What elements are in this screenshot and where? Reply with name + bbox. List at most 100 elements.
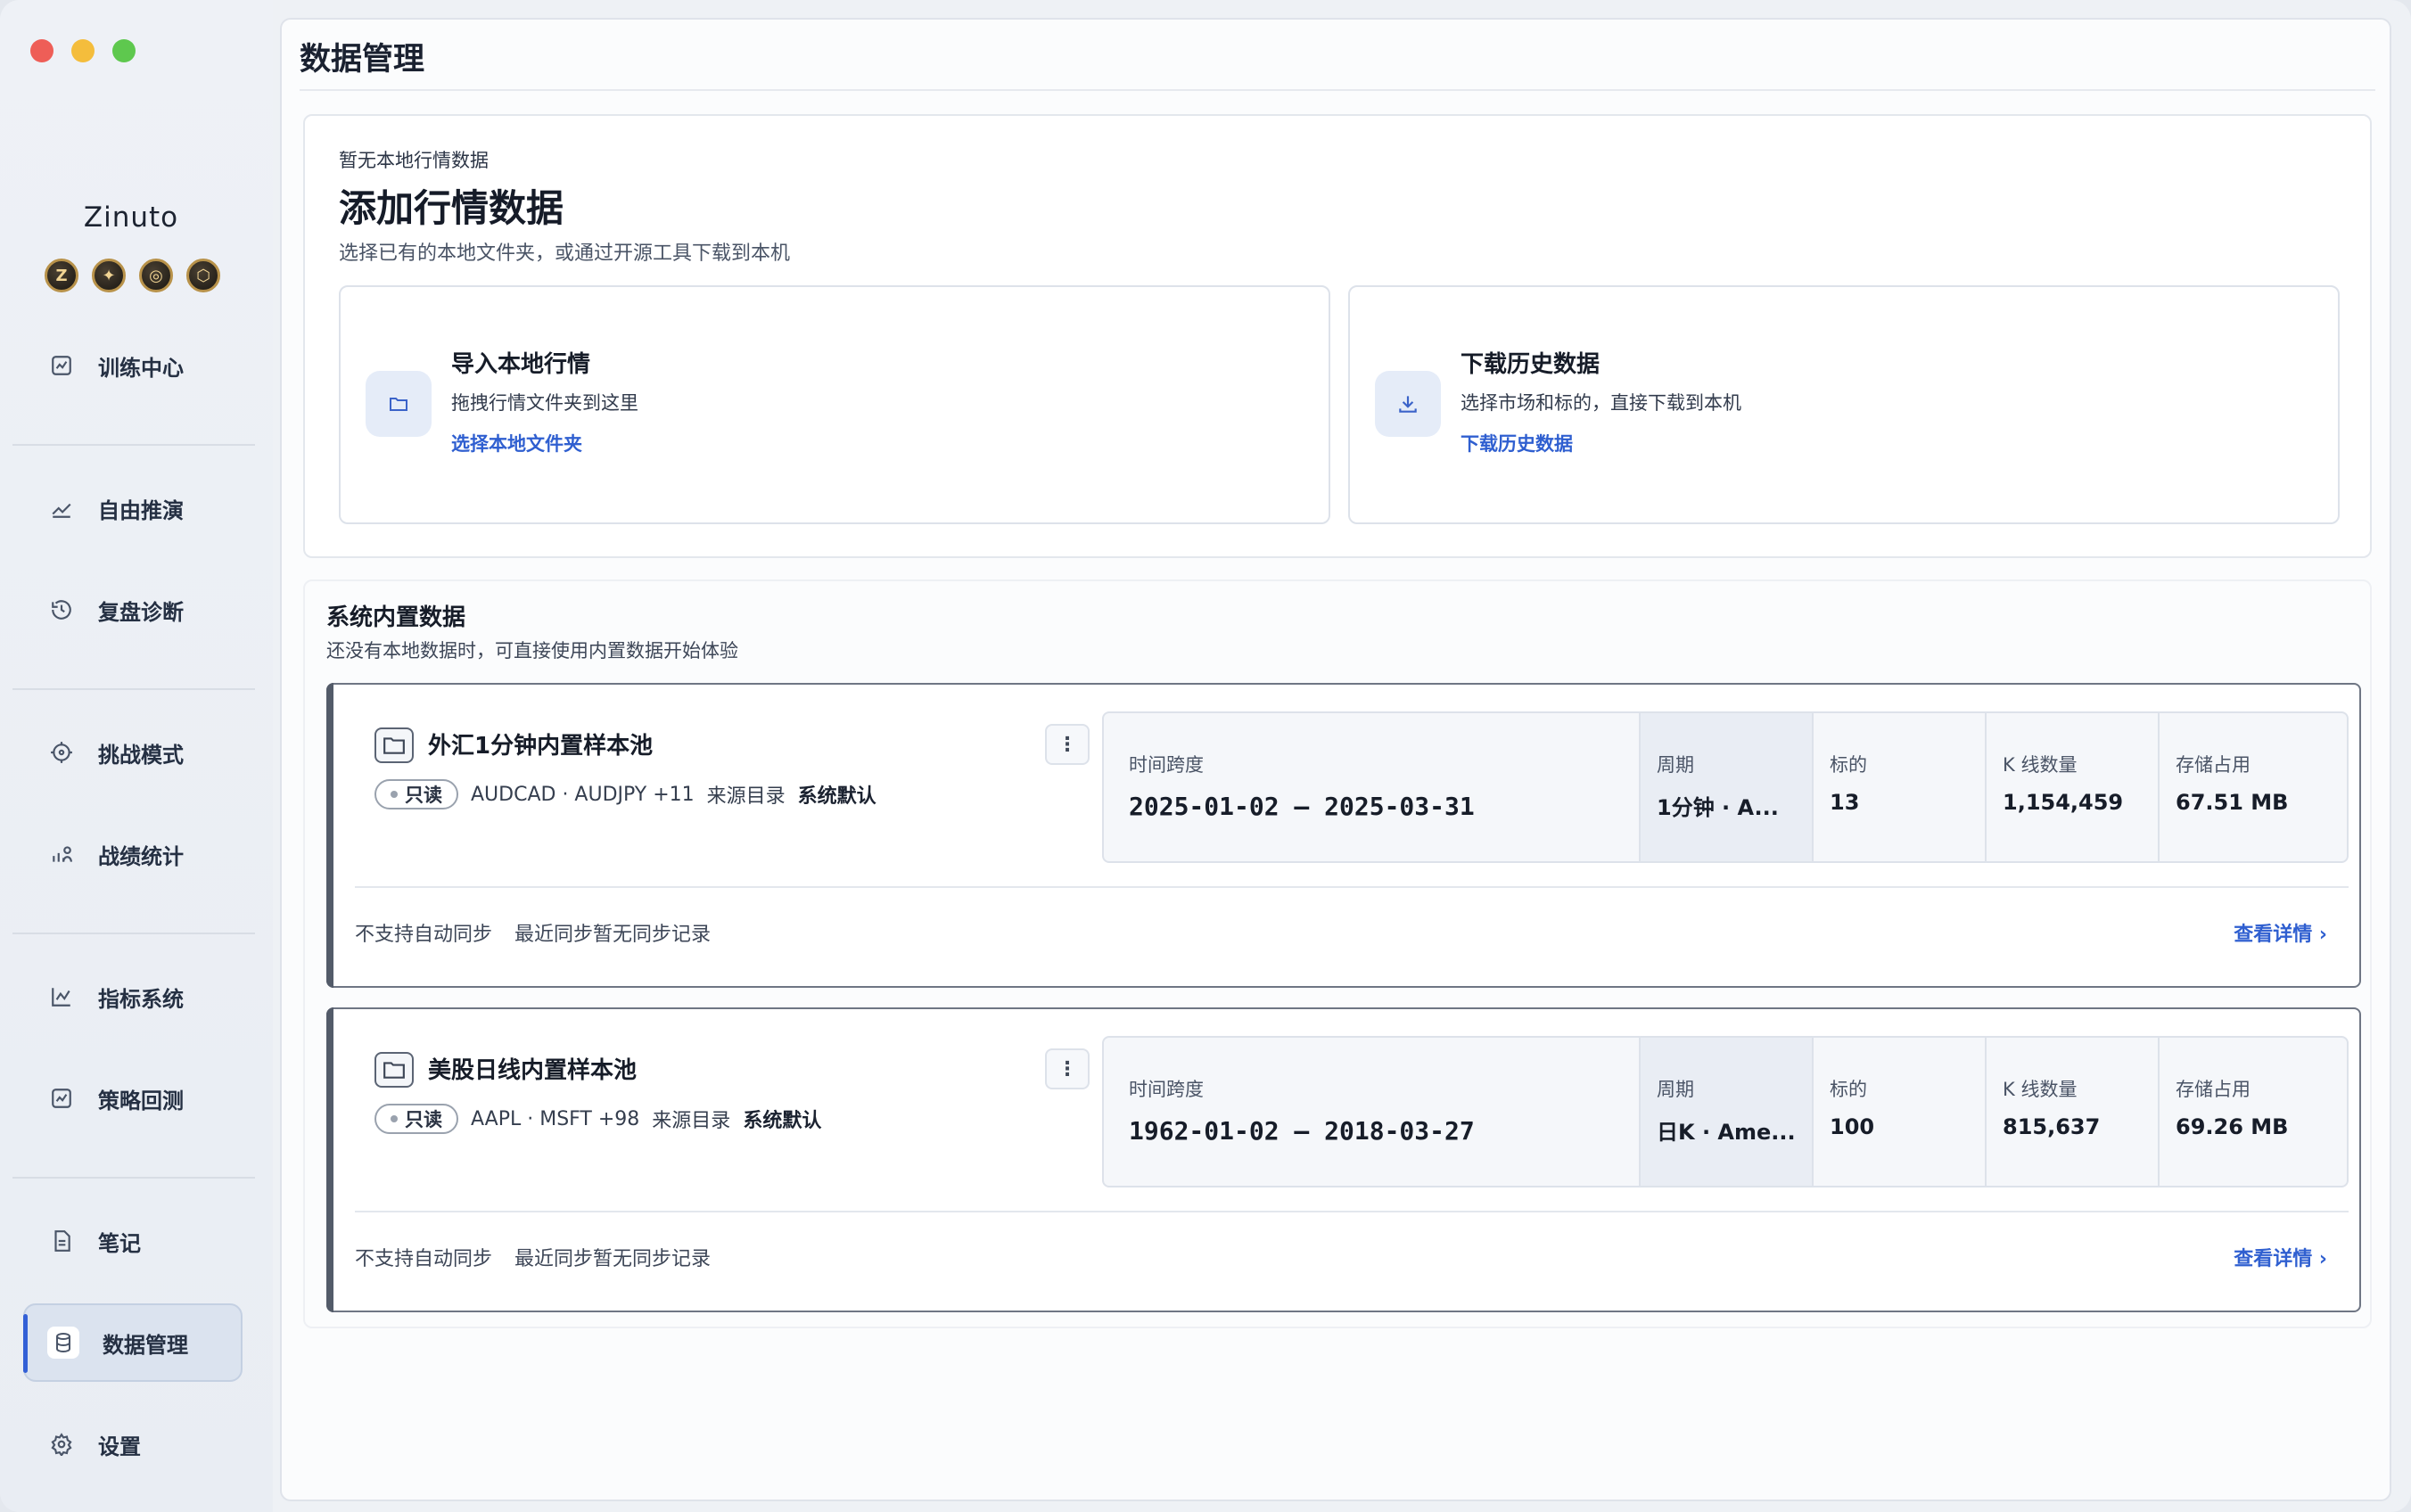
pool-stats: 时间跨度 2025-01-02 — 2025-03-31 周期 1分钟 · A.… [1102, 711, 2349, 863]
pool-meta: 只读 AAPL · MSFT +98 来源目录 系统默认 [374, 1104, 821, 1134]
target-icon [48, 739, 75, 766]
sidebar-item-label: 数据管理 [103, 1332, 188, 1358]
sync-info: 不支持自动同步 最近同步暂无同步记录 [355, 918, 711, 947]
badge-icon[interactable]: ⬡ [186, 259, 220, 292]
download-subtitle: 选择市场和标的，直接下载到本机 [1461, 392, 1741, 414]
stat-kline-count: K 线数量 815,637 [1985, 1038, 2158, 1186]
download-icon [1375, 371, 1441, 437]
sidebar-divider [12, 1177, 255, 1179]
sidebar-item-indicators[interactable]: 指标系统 [23, 957, 243, 1036]
choose-local-folder-link[interactable]: 选择本地文件夹 [451, 430, 582, 456]
card-divider [355, 886, 2349, 888]
pool-name: 美股日线内置样本池 [428, 1057, 638, 1084]
view-details-link[interactable]: 查看详情 › [2234, 918, 2327, 947]
folder-icon [366, 371, 432, 437]
stat-label: 时间跨度 [1129, 1079, 1204, 1100]
sidebar: Zinuto Z ✦ ◎ ⬡ 训练中心 自由推演 复盘诊断 挑战模式 战绩统计 [0, 0, 273, 1512]
note-icon [48, 1228, 75, 1254]
stat-value: 100 [1830, 1114, 1875, 1139]
sync-status: 不支持自动同步 [355, 924, 493, 946]
close-window-button[interactable] [30, 39, 53, 62]
minimize-window-button[interactable] [71, 39, 95, 62]
stat-time-span: 时间跨度 2025-01-02 — 2025-03-31 [1104, 713, 1639, 861]
stat-label: 标的 [1830, 1079, 1867, 1100]
chart-image-icon [48, 352, 75, 379]
readonly-label: 只读 [405, 785, 442, 806]
badge-icon[interactable]: ✦ [92, 259, 126, 292]
more-options-button[interactable]: ⋮ [1045, 724, 1090, 765]
chevron-right-icon: › [2318, 1248, 2327, 1270]
badge-icon[interactable]: Z [45, 259, 78, 292]
stat-value: 2025-01-02 — 2025-03-31 [1129, 792, 1475, 821]
last-sync: 最近同步暂无同步记录 [514, 1248, 712, 1270]
sidebar-item-training[interactable]: 训练中心 [23, 326, 243, 405]
sidebar-item-backtest[interactable]: 策略回测 [23, 1059, 243, 1138]
sidebar-item-settings[interactable]: 设置 [23, 1405, 243, 1483]
stat-label: 存储占用 [2176, 754, 2251, 776]
badge-icon[interactable]: ◎ [139, 259, 173, 292]
sync-info: 不支持自动同步 最近同步暂无同步记录 [355, 1243, 711, 1271]
hero-eyebrow: 暂无本地行情数据 [339, 150, 489, 171]
folder-icon [374, 727, 414, 763]
sidebar-item-free-sim[interactable]: 自由推演 [23, 469, 243, 547]
sidebar-item-label: 策略回测 [98, 1088, 184, 1113]
page-title: 数据管理 [300, 42, 425, 78]
data-pool-card[interactable]: 外汇1分钟内置样本池 ⋮ 只读 AUDCAD · AUDJPY +11 来源目录… [326, 683, 2361, 988]
readonly-badge: 只读 [374, 1104, 458, 1134]
stat-value: 1962-01-02 — 2018-03-27 [1129, 1116, 1475, 1146]
download-title: 下载历史数据 [1461, 351, 1600, 378]
sidebar-item-label: 笔记 [98, 1230, 141, 1256]
source-value: 系统默认 [743, 1110, 822, 1132]
sidebar-item-notes[interactable]: 笔记 [23, 1202, 243, 1280]
pool-symbols: AUDCAD · AUDJPY +11 [471, 783, 695, 806]
app-window: Zinuto Z ✦ ◎ ⬡ 训练中心 自由推演 复盘诊断 挑战模式 战绩统计 [0, 0, 2411, 1512]
stat-value: 13 [1830, 790, 1860, 815]
history-icon [48, 596, 75, 623]
stat-label: 周期 [1657, 1079, 1694, 1100]
download-history-link[interactable]: 下载历史数据 [1461, 430, 1573, 456]
stat-value: 1分钟 · A... [1657, 795, 1779, 820]
status-dot [391, 1115, 398, 1122]
app-brand: Zinuto [83, 201, 179, 234]
stat-symbols: 标的 13 [1812, 713, 1985, 861]
chart-image-icon [48, 1085, 75, 1112]
sidebar-item-review[interactable]: 复盘诊断 [23, 571, 243, 649]
stat-storage: 存储占用 69.26 MB [2158, 1038, 2333, 1186]
sidebar-item-stats[interactable]: 战绩统计 [23, 815, 243, 893]
import-local-card[interactable]: 导入本地行情 拖拽行情文件夹到这里 选择本地文件夹 [339, 285, 1330, 524]
readonly-badge: 只读 [374, 779, 458, 809]
status-dot [391, 791, 398, 798]
zoom-window-button[interactable] [112, 39, 136, 62]
download-history-card[interactable]: 下载历史数据 选择市场和标的，直接下载到本机 下载历史数据 [1348, 285, 2340, 524]
stat-symbols: 标的 100 [1812, 1038, 1985, 1186]
add-data-panel: 暂无本地行情数据 添加行情数据 选择已有的本地文件夹，或通过开源工具下载到本机 … [303, 114, 2372, 558]
sidebar-item-label: 设置 [98, 1434, 141, 1459]
main-content: 数据管理 暂无本地行情数据 添加行情数据 选择已有的本地文件夹，或通过开源工具下… [280, 18, 2391, 1501]
pool-meta: 只读 AUDCAD · AUDJPY +11 来源目录 系统默认 [374, 779, 876, 809]
readonly-label: 只读 [405, 1109, 442, 1130]
stat-cycle: 周期 日K · Ame... [1639, 1038, 1812, 1186]
stat-value: 815,637 [2003, 1114, 2101, 1139]
data-pool-card[interactable]: 美股日线内置样本池 ⋮ 只读 AAPL · MSFT +98 来源目录 系统默认… [326, 1007, 2361, 1312]
more-options-button[interactable]: ⋮ [1045, 1048, 1090, 1089]
view-details-label: 查看详情 [2234, 924, 2313, 946]
stat-value: 67.51 MB [2176, 790, 2289, 815]
import-title: 导入本地行情 [451, 351, 591, 378]
achievement-badges: Z ✦ ◎ ⬡ [45, 259, 220, 292]
database-icon [47, 1327, 79, 1359]
sidebar-item-data-management[interactable]: 数据管理 [23, 1303, 243, 1382]
stats-user-icon [48, 841, 75, 867]
stat-time-span: 时间跨度 1962-01-02 — 2018-03-27 [1104, 1038, 1639, 1186]
pool-symbols: AAPL · MSFT +98 [471, 1107, 640, 1130]
view-details-link[interactable]: 查看详情 › [2234, 1243, 2327, 1271]
sidebar-divider [12, 444, 255, 446]
title-divider [300, 89, 2375, 91]
sidebar-item-challenge[interactable]: 挑战模式 [23, 713, 243, 792]
view-details-label: 查看详情 [2234, 1248, 2313, 1270]
folder-icon [374, 1052, 414, 1088]
source-value: 系统默认 [797, 785, 876, 808]
sidebar-item-label: 指标系统 [98, 986, 184, 1012]
stat-value: 69.26 MB [2176, 1114, 2289, 1139]
sidebar-divider [12, 688, 255, 690]
stat-label: K 线数量 [2003, 1079, 2078, 1100]
